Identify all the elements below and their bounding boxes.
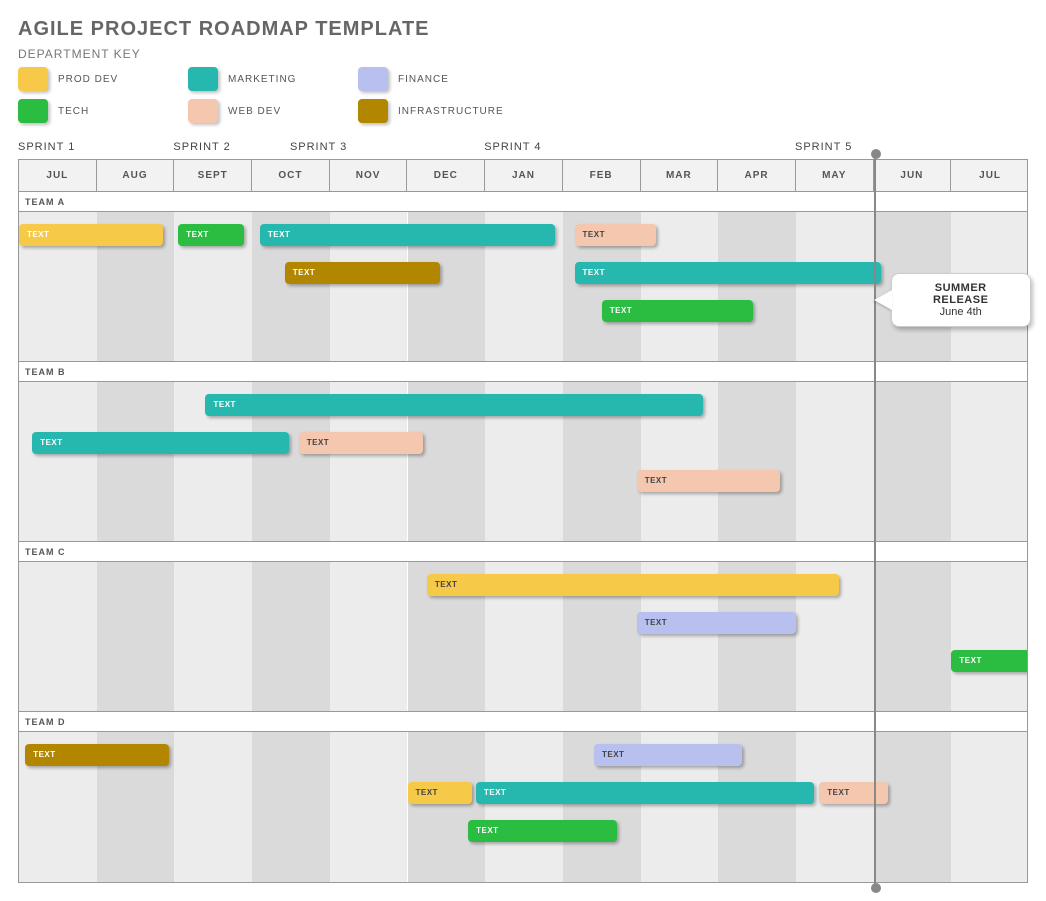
legend-label: INFRASTRUCTURE <box>398 106 504 117</box>
milestone-callout: SUMMER RELEASE June 4th <box>891 273 1031 327</box>
department-key-label: DEPARTMENT KEY <box>18 47 1028 61</box>
column-stripe <box>874 732 952 882</box>
legend-item: INFRASTRUCTURE <box>358 99 558 123</box>
column-stripe <box>951 562 1027 711</box>
month-cell: AUG <box>97 160 175 191</box>
gantt-bar[interactable]: TEXT <box>285 262 440 284</box>
gantt-bar[interactable]: TEXT <box>408 782 472 804</box>
legend-label: PROD DEV <box>58 74 118 85</box>
column-stripe <box>252 732 330 882</box>
team-body: TEXT TEXT TEXT TEXT TEXT TEXT TEXT <box>19 212 1027 362</box>
legend-item: FINANCE <box>358 67 558 91</box>
column-stripe <box>174 562 252 711</box>
gantt-bar[interactable]: TEXT <box>299 432 423 454</box>
gantt-bar[interactable]: TEXT <box>178 224 244 246</box>
team-body: TEXT TEXT TEXT TEXT <box>19 382 1027 542</box>
month-cell: OCT <box>252 160 330 191</box>
column-stripe <box>874 382 952 541</box>
column-stripe <box>718 212 796 361</box>
month-cell: SEPT <box>174 160 252 191</box>
callout-title: SUMMER RELEASE <box>906 282 1016 306</box>
month-cell: NOV <box>330 160 408 191</box>
gantt-bar[interactable]: TEXT <box>19 224 163 246</box>
legend-item: MARKETING <box>188 67 358 91</box>
gantt-bar[interactable]: TEXT <box>476 782 814 804</box>
legend-swatch-icon <box>18 67 48 91</box>
legend-label: TECH <box>58 106 89 117</box>
column-stripe <box>174 732 252 882</box>
column-stripe <box>874 562 952 711</box>
gantt-bar[interactable]: TEXT <box>25 744 169 766</box>
month-cell: JUL <box>951 160 1029 191</box>
column-stripe <box>796 732 874 882</box>
gantt-bar[interactable]: TEXT <box>32 432 288 454</box>
sprint-label: SPRINT 3 <box>290 141 347 153</box>
legend-item: PROD DEV <box>18 67 188 91</box>
column-stripe <box>951 382 1027 541</box>
column-stripe <box>408 732 486 882</box>
gantt-bar[interactable]: TEXT <box>468 820 617 842</box>
sprint-label: SPRINT 5 <box>795 141 852 153</box>
column-stripe <box>796 382 874 541</box>
gantt-bar[interactable]: TEXT <box>205 394 702 416</box>
month-cell: JUL <box>19 160 97 191</box>
month-cell: MAY <box>796 160 874 191</box>
team-header: TEAM B <box>19 362 1027 382</box>
column-stripe <box>97 382 175 541</box>
column-stripe <box>19 382 97 541</box>
column-stripe <box>718 382 796 541</box>
month-cell: MAR <box>641 160 719 191</box>
column-stripe <box>330 732 408 882</box>
gantt-bar[interactable]: TEXT <box>427 574 839 596</box>
gantt-bar[interactable]: TEXT <box>594 744 742 766</box>
team-header: TEAM A <box>19 192 1027 212</box>
legend-swatch-icon <box>358 67 388 91</box>
column-stripe <box>330 562 408 711</box>
milestone-dot-icon <box>871 883 881 893</box>
legend-label: WEB DEV <box>228 106 281 117</box>
gantt-bar[interactable]: TEXT <box>819 782 887 804</box>
legend-swatch-icon <box>18 99 48 123</box>
month-cell: APR <box>718 160 796 191</box>
callout-arrow-icon <box>874 290 892 310</box>
legend-swatch-icon <box>188 99 218 123</box>
callout-date: June 4th <box>906 306 1016 318</box>
legend-item: WEB DEV <box>188 99 358 123</box>
column-stripe <box>485 732 563 882</box>
column-stripe <box>951 732 1027 882</box>
legend-label: FINANCE <box>398 74 449 85</box>
month-header-row: JULAUGSEPTOCTNOVDECJANFEBMARAPRMAYJUNJUL <box>19 160 1027 192</box>
legend-swatch-icon <box>358 99 388 123</box>
team-header: TEAM D <box>19 712 1027 732</box>
column-stripe <box>97 562 175 711</box>
month-cell: JUN <box>874 160 952 191</box>
legend-swatch-icon <box>188 67 218 91</box>
legend-item: TECH <box>18 99 188 123</box>
gantt-bar[interactable]: TEXT <box>637 470 781 492</box>
roadmap-grid: JULAUGSEPTOCTNOVDECJANFEBMARAPRMAYJUNJUL… <box>18 159 1028 883</box>
team-body: TEXTTEXTTEXTTEXTTEXTTEXT <box>19 732 1027 882</box>
column-stripe <box>252 562 330 711</box>
month-cell: FEB <box>563 160 641 191</box>
legend: PROD DEV MARKETING FINANCE TECH WEB DEV INFRA… <box>18 67 1028 123</box>
gantt-bar[interactable]: TEXT <box>602 300 754 322</box>
page-title: AGILE PROJECT ROADMAP TEMPLATE <box>18 18 1028 41</box>
sprint-label: SPRINT 4 <box>484 141 541 153</box>
legend-label: MARKETING <box>228 74 296 85</box>
milestone-dot-icon <box>871 149 881 159</box>
sprint-label: SPRINT 1 <box>18 141 75 153</box>
column-stripe <box>19 562 97 711</box>
gantt-bar[interactable]: TEXT <box>260 224 555 246</box>
milestone-line <box>874 154 876 888</box>
month-cell: JAN <box>485 160 563 191</box>
gantt-bar[interactable]: TEXT <box>951 650 1027 672</box>
gantt-bar[interactable]: TEXT <box>637 612 796 634</box>
sprint-label: SPRINT 2 <box>173 141 230 153</box>
team-body: TEXT TEXT TEXT <box>19 562 1027 712</box>
column-stripe <box>796 212 874 361</box>
gantt-bar[interactable]: TEXT <box>575 224 657 246</box>
gantt-bar[interactable]: TEXT <box>575 262 882 284</box>
team-header: TEAM C <box>19 542 1027 562</box>
month-cell: DEC <box>407 160 485 191</box>
